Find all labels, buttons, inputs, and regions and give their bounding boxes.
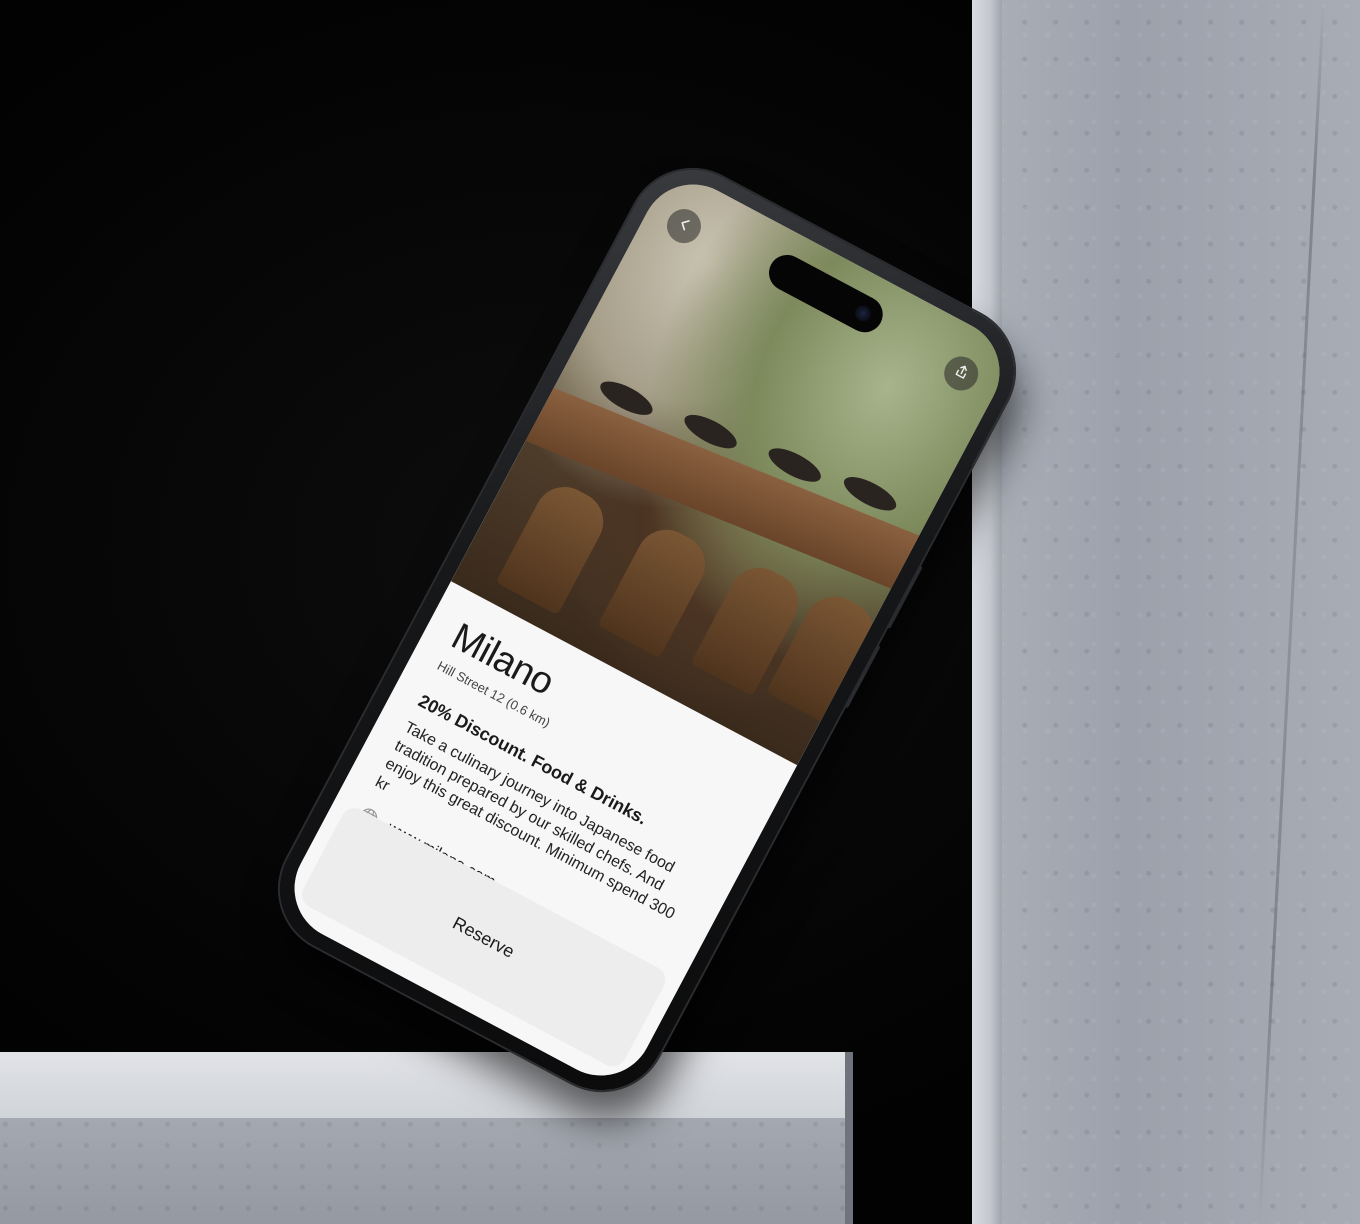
hero-chair — [597, 519, 716, 659]
phone-device: Milano Hill Street 12 (0.6 km) 20% Disco… — [257, 147, 1037, 1113]
concrete-ledge-side — [845, 1052, 853, 1224]
chevron-left-icon — [674, 215, 694, 237]
concrete-ledge-front — [0, 1118, 852, 1224]
camera-icon — [852, 302, 874, 325]
hero-chair — [495, 476, 614, 616]
concrete-ledge-top — [0, 1052, 852, 1122]
concrete-wall-edge — [972, 0, 1002, 1224]
mockup-scene: Milano Hill Street 12 (0.6 km) 20% Disco… — [0, 0, 1360, 1224]
phone-screen: Milano Hill Street 12 (0.6 km) 20% Disco… — [276, 166, 1018, 1094]
concrete-wall — [972, 0, 1360, 1224]
dynamic-island — [762, 248, 890, 339]
back-button[interactable] — [660, 203, 707, 250]
share-button[interactable] — [938, 350, 985, 397]
share-icon — [949, 360, 973, 386]
